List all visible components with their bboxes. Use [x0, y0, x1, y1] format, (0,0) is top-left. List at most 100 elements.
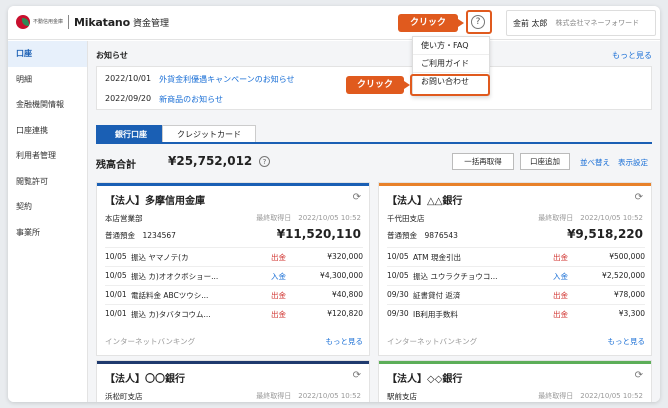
last-fetched: 最終取得日 2022/10/05 10:52	[256, 392, 361, 400]
transaction-row[interactable]: 09/30 IB利用手数料 出金 ¥3,300	[387, 304, 645, 321]
branch-name: 駅前支店	[387, 392, 417, 401]
menu-item-faq[interactable]: 使い方・FAQ	[413, 37, 489, 55]
tx-date: 09/30	[387, 290, 409, 299]
tx-amount: ¥120,820	[327, 309, 363, 318]
card-more-link[interactable]: もっと見る	[608, 336, 646, 347]
refresh-icon[interactable]: ⟳	[635, 370, 643, 381]
notice-link[interactable]: 新商品のお知らせ	[159, 94, 223, 105]
add-account-button[interactable]: 口座追加	[520, 153, 570, 170]
tx-date: 10/01	[105, 290, 127, 299]
tx-kind: 出金	[271, 291, 286, 300]
transaction-row[interactable]: 10/01 振込 カ)タバタコウム... 出金 ¥120,820	[105, 304, 363, 321]
sidebar-item-account-link[interactable]: 口座連携	[8, 118, 87, 144]
tx-desc: IB利用手数料	[413, 310, 458, 319]
sidebar-item-view-permission[interactable]: 閲覧許可	[8, 169, 87, 195]
tx-desc: ATM 現金引出	[413, 253, 461, 262]
transaction-row[interactable]: 10/05 振込 カ)オオクボショー... 入金 ¥4,300,000	[105, 266, 363, 283]
tx-date: 10/05	[387, 252, 409, 261]
refresh-icon[interactable]: ⟳	[635, 192, 643, 203]
total-balance-label: 残高合計	[96, 160, 136, 171]
account-card[interactable]: 【法人】多摩信用金庫 ⟳ 本店営業部 最終取得日 2022/10/05 10:5…	[96, 182, 370, 356]
logo[interactable]: 不動信用金庫 Mikatano 資金管理	[16, 15, 169, 29]
sidebar-item-user-management[interactable]: 利用者管理	[8, 143, 87, 169]
tab-credit-cards[interactable]: クレジットカード	[162, 125, 256, 143]
brand-subtitle: 資金管理	[132, 18, 169, 29]
tx-desc: 証書貸付 返済	[413, 291, 461, 300]
bank-name: 不動信用金庫	[33, 19, 64, 25]
total-help-icon[interactable]: ?	[259, 156, 270, 167]
card-accent-bar	[379, 183, 651, 186]
card-accent-bar	[97, 361, 369, 364]
refetch-all-button[interactable]: 一括再取得	[452, 153, 514, 170]
user-name: 金前 太郎	[513, 18, 548, 28]
brand-name: Mikatano	[74, 15, 130, 29]
notice-title: お知らせ	[96, 51, 128, 60]
tx-kind: 出金	[553, 310, 568, 319]
tx-amount: ¥500,000	[609, 252, 645, 261]
refresh-icon[interactable]: ⟳	[353, 192, 361, 203]
account-name: 【法人】△△銀行	[387, 196, 463, 207]
notice-item: 2022/09/20 新商品のお知らせ	[105, 94, 223, 105]
tx-date: 10/01	[105, 309, 127, 318]
user-menu[interactable]: 金前 太郎 株式会社マネーフォワード	[506, 10, 656, 36]
connection-type: インターネットバンキング	[105, 337, 196, 346]
transaction-row[interactable]: 09/30 証書貸付 返済 出金 ¥78,000	[387, 285, 645, 302]
card-footer: インターネットバンキング もっと見る	[387, 336, 645, 347]
display-settings-link[interactable]: 表示設定	[618, 157, 648, 168]
transaction-row[interactable]: 10/05 振込 ヤマノテ(カ 出金 ¥320,000	[105, 247, 363, 264]
tab-bank-accounts[interactable]: 銀行口座	[96, 125, 162, 143]
tx-kind: 入金	[553, 272, 568, 281]
card-footer: インターネットバンキング もっと見る	[105, 336, 363, 347]
tab-underline	[96, 142, 652, 144]
sidebar-item-office[interactable]: 事業所	[8, 220, 87, 246]
notice-date: 2022/09/20	[105, 94, 152, 103]
card-accent-bar	[379, 361, 651, 364]
sort-link[interactable]: 並べ替え	[580, 157, 610, 168]
account-card[interactable]: 【法人】◇◇銀行 ⟳ 駅前支店 最終取得日 2022/10/05 10:52	[378, 360, 652, 402]
tx-kind: 出金	[271, 253, 286, 262]
branch-name: 千代田支店	[387, 214, 425, 223]
tx-amount: ¥2,520,000	[602, 271, 645, 280]
sidebar-item-institutions[interactable]: 金融機関情報	[8, 92, 87, 118]
tx-amount: ¥4,300,000	[320, 271, 363, 280]
account-card[interactable]: 【法人】△△銀行 ⟳ 千代田支店 最終取得日 2022/10/05 10:52 …	[378, 182, 652, 356]
connection-type: インターネットバンキング	[387, 337, 478, 346]
transaction-row[interactable]: 10/01 電話料金 ABCツウシ... 出金 ¥40,800	[105, 285, 363, 302]
app-window: 不動信用金庫 Mikatano 資金管理 ? 金前 太郎 株式会社マネーフォワー…	[8, 6, 660, 402]
menu-item-guide[interactable]: ご利用ガイド	[413, 55, 489, 73]
account-balance: ¥9,518,220	[567, 227, 643, 241]
tx-desc: 振込 カ)オオクボショー...	[131, 272, 219, 281]
account-card[interactable]: 【法人】〇〇銀行 ⟳ 浜松町支店 最終取得日 2022/10/05 10:52	[96, 360, 370, 402]
tx-date: 10/05	[387, 271, 409, 280]
click-callout-contact: クリック	[346, 76, 410, 94]
tx-amount: ¥320,000	[327, 252, 363, 261]
sidebar-item-statements[interactable]: 明細	[8, 67, 87, 93]
notice-item: 2022/10/01 外貨金利優遇キャンペーンのお知らせ	[105, 74, 295, 85]
card-accent-bar	[97, 183, 369, 186]
tx-date: 10/05	[105, 271, 127, 280]
tx-desc: 振込 ユウラクチョウコ...	[413, 272, 498, 281]
transaction-row[interactable]: 10/05 振込 ユウラクチョウコ... 入金 ¥2,520,000	[387, 266, 645, 283]
account-name: 【法人】◇◇銀行	[387, 374, 463, 385]
sidebar-item-accounts[interactable]: 口座	[8, 41, 87, 67]
tx-desc: 振込 ヤマノテ(カ	[131, 253, 189, 262]
tx-kind: 出金	[553, 291, 568, 300]
tx-date: 10/05	[105, 252, 127, 261]
card-more-link[interactable]: もっと見る	[326, 336, 364, 347]
tx-date: 09/30	[387, 309, 409, 318]
click-callout-help: クリック	[398, 14, 464, 32]
notice-more-link[interactable]: もっと見る	[612, 50, 652, 61]
transaction-row[interactable]: 10/05 ATM 現金引出 出金 ¥500,000	[387, 247, 645, 264]
tx-amount: ¥78,000	[613, 290, 645, 299]
notice-link[interactable]: 外貨金利優遇キャンペーンのお知らせ	[159, 74, 294, 85]
account-tabs: 銀行口座 クレジットカード	[96, 125, 256, 143]
tx-kind: 入金	[271, 272, 286, 281]
total-balance-value: ¥25,752,012	[168, 154, 253, 168]
account-type-number: 普通預金 1234567	[105, 231, 176, 240]
account-balance: ¥11,520,110	[276, 227, 361, 241]
logo-divider	[68, 15, 69, 29]
sidebar-item-contract[interactable]: 契約	[8, 194, 87, 220]
account-name: 【法人】多摩信用金庫	[105, 196, 205, 207]
tx-desc: 電話料金 ABCツウシ...	[131, 291, 209, 300]
refresh-icon[interactable]: ⟳	[353, 370, 361, 381]
